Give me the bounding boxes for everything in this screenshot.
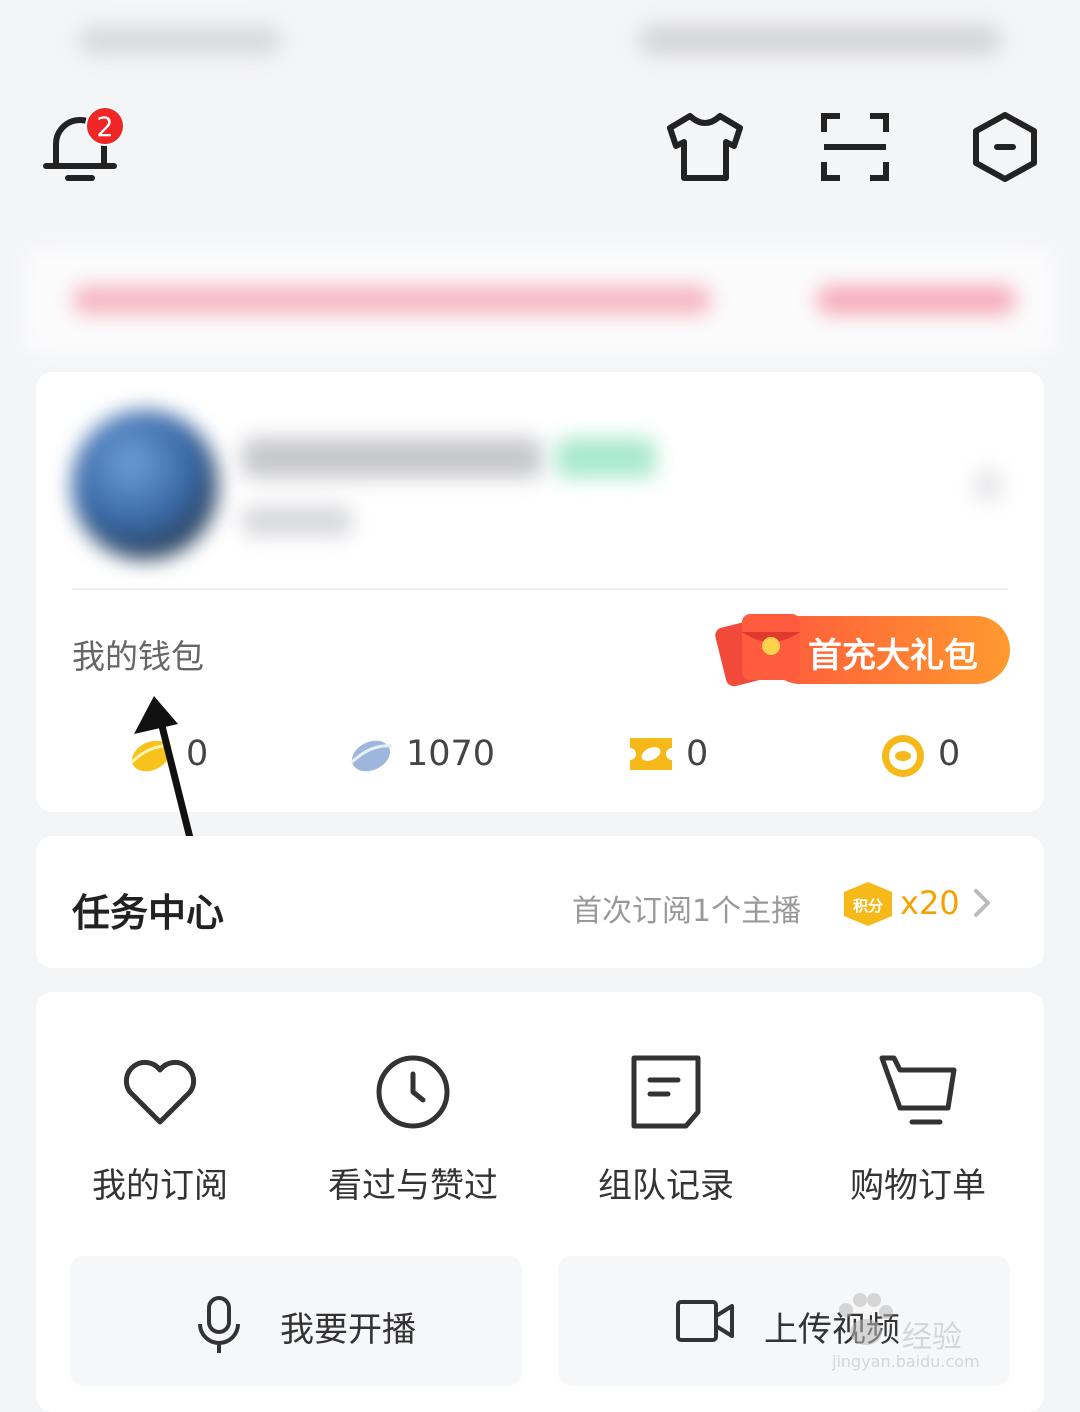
shopping-orders-label: 购物订单 [850, 1166, 986, 1206]
heart-icon [123, 1059, 197, 1125]
team-records-label: 组队记录 [598, 1166, 734, 1206]
promo-banner-blur[interactable] [24, 246, 1056, 356]
shopping-orders[interactable]: 购物订单 [798, 1052, 1038, 1206]
start-live-label: 我要开播 [280, 1310, 416, 1350]
user-id-blur [242, 506, 352, 536]
username-blur [242, 438, 542, 478]
task-center-card[interactable]: 任务中心 首次订阅1个主播 积分 x20 [36, 836, 1044, 968]
profile-chevron-blur[interactable] [976, 470, 1000, 500]
points-label: 积分 [853, 897, 883, 915]
coin-icon [882, 735, 924, 777]
watermark-url: jingyan.baidu.com [832, 1352, 980, 1371]
watched-and-liked[interactable]: 看过与赞过 [293, 1052, 533, 1206]
status-bar [0, 0, 1080, 80]
promo-link-blur [816, 286, 1016, 314]
scan-icon[interactable] [820, 112, 890, 182]
ticket-icon [630, 738, 672, 770]
notification-badge: 2 [85, 106, 125, 146]
wallet-title[interactable]: 我的钱包 [72, 630, 204, 678]
divider [72, 588, 1008, 590]
baidu-watermark: 经验 jingyan.baidu.com [832, 1290, 1042, 1380]
note-icon [631, 1055, 701, 1129]
user-tag-blur [556, 438, 656, 478]
settings-hexagon-icon[interactable] [970, 112, 1040, 182]
shirt-icon[interactable] [666, 112, 744, 182]
red-envelope-icon [715, 614, 800, 687]
points-reward: x20 [900, 884, 960, 922]
status-icons-blur [640, 26, 1000, 54]
task-description: 首次订阅1个主播 [572, 894, 802, 929]
ticket-value: 0 [686, 734, 709, 774]
microphone-icon [198, 1296, 240, 1353]
task-center-title: 任务中心 [72, 891, 225, 935]
team-records[interactable]: 组队记录 [546, 1052, 786, 1206]
silver-bean-value: 1070 [406, 734, 496, 774]
coin-value: 0 [938, 734, 961, 774]
points-icon: 积分 [844, 882, 892, 926]
watched-and-liked-label: 看过与赞过 [328, 1166, 498, 1206]
chevron-right-icon [974, 889, 990, 917]
silver-bean-icon [350, 740, 393, 772]
gift-button-label: 首充大礼包 [808, 636, 978, 676]
cart-icon [879, 1055, 957, 1125]
status-time-blur [80, 28, 280, 54]
my-subscriptions-label: 我的订阅 [92, 1166, 228, 1206]
clock-icon [376, 1055, 450, 1129]
avatar[interactable] [72, 410, 218, 560]
my-subscriptions[interactable]: 我的订阅 [40, 1052, 280, 1206]
video-camera-icon [676, 1300, 734, 1342]
watermark-text: 经验 [902, 1320, 962, 1355]
start-live-button[interactable]: 我要开播 [70, 1256, 522, 1386]
promo-text-blur [72, 286, 712, 314]
paw-icon [839, 1293, 893, 1345]
